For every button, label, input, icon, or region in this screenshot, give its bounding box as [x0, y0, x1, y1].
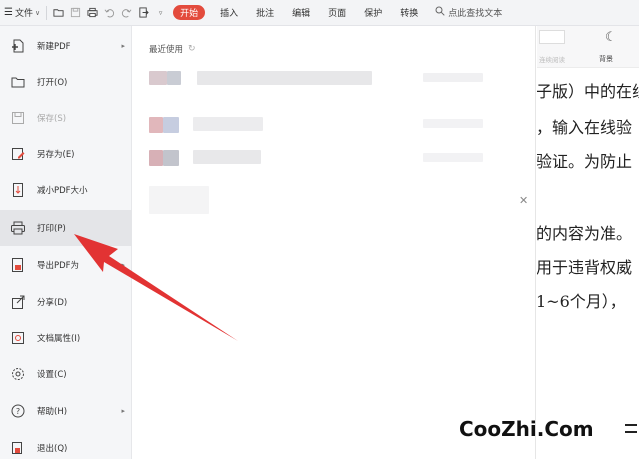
menu-item-label: 文档属性(I)	[37, 334, 81, 344]
folder-icon	[10, 74, 26, 90]
save-icon	[10, 110, 26, 126]
tab-edit[interactable]: 编辑	[283, 0, 319, 25]
export-pdf-icon[interactable]	[138, 7, 149, 18]
svg-text:?: ?	[16, 407, 20, 416]
hamburger-icon: ☰	[4, 7, 13, 18]
tab-start[interactable]: 开始	[173, 5, 206, 20]
recent-title-label: 最近使用	[149, 45, 184, 55]
moon-icon[interactable]: ☾	[605, 30, 617, 45]
document-view: 连续阅读 ☾ 背景 子版）中的在线 ，输入在线验 验证。为防止 的内容为准。 用…	[537, 26, 639, 459]
exit-icon	[10, 440, 26, 456]
open-icon[interactable]	[53, 7, 64, 18]
menu-item-print[interactable]: 打印(P)	[0, 210, 132, 246]
menu-item-label: 打开(O)	[37, 78, 68, 88]
document-text-line: 的内容为准。	[537, 224, 633, 243]
chevron-right-icon: ▸	[121, 42, 125, 50]
recent-files-panel: 最近使用 ↻ ✕	[133, 26, 536, 459]
compress-icon	[10, 182, 26, 198]
menu-item-save[interactable]: 保存(S)	[0, 100, 132, 136]
save-icon[interactable]	[70, 7, 81, 18]
menu-item-properties[interactable]: 文档属性(I)	[0, 320, 132, 356]
menu-item-label: 帮助(H)	[37, 407, 68, 417]
search-placeholder: 点此查找文本	[448, 9, 503, 19]
chevron-down-icon: ∨	[34, 8, 41, 17]
tab-comment[interactable]: 批注	[247, 0, 283, 25]
new-pdf-icon	[10, 38, 26, 54]
menu-item-settings[interactable]: 设置(C)	[0, 356, 132, 392]
menu-item-label: 退出(Q)	[37, 444, 68, 454]
printer-icon	[10, 220, 26, 236]
menu-item-label: 分享(D)	[37, 298, 68, 308]
tab-insert[interactable]: 插入	[211, 0, 247, 25]
search-box[interactable]: 点此查找文本	[427, 6, 502, 19]
document-text-line: ，输入在线验	[537, 118, 633, 137]
menu-item-exit[interactable]: 退出(Q)	[0, 430, 132, 459]
help-icon: ?	[10, 403, 26, 419]
chevron-right-icon: ▸	[121, 407, 125, 415]
menu-item-save-as[interactable]: 另存为(E)	[0, 136, 132, 172]
document-text-line: 用于违背权威	[537, 258, 633, 277]
search-icon	[435, 6, 445, 19]
menu-item-new-pdf[interactable]: 新建PDF ▸	[0, 28, 132, 64]
background-label[interactable]: 背景	[599, 54, 613, 64]
save-as-icon	[10, 146, 26, 162]
menu-item-share[interactable]: 分享(D)	[0, 284, 132, 320]
menu-item-label: 另存为(E)	[37, 150, 75, 160]
document-text-line: 子版）中的在线	[537, 82, 639, 101]
menu-item-open[interactable]: 打开(O)	[0, 64, 132, 100]
print-icon[interactable]	[87, 7, 98, 18]
document-toolbar: 连续阅读 ☾ 背景	[537, 26, 639, 68]
export-icon	[10, 257, 26, 273]
refresh-icon[interactable]: ↻	[188, 44, 196, 54]
document-text-line: 1~6个月），	[537, 292, 626, 311]
menu-item-label: 保存(S)	[37, 114, 67, 124]
menu-item-label: 导出PDF为	[37, 261, 80, 271]
file-menu-panel: 新建PDF ▸ 打开(O) 保存(S) 另存为(E) 减小PDF大小 打印(P)…	[0, 26, 132, 459]
menu-item-label: 减小PDF大小	[37, 186, 88, 196]
gear-icon	[10, 366, 26, 382]
tab-page[interactable]: 页面	[319, 0, 355, 25]
equals-icon	[625, 424, 637, 433]
menu-item-export-pdf[interactable]: 导出PDF为 ▸	[0, 247, 132, 283]
document-properties-icon	[10, 330, 26, 346]
continuous-read-label[interactable]: 连续阅读	[539, 54, 565, 64]
menu-item-compress[interactable]: 减小PDF大小	[0, 172, 132, 208]
menu-item-label: 设置(C)	[37, 370, 67, 380]
document-text-line: 验证。为防止	[537, 152, 633, 171]
page-input[interactable]	[539, 30, 565, 44]
recent-title: 最近使用 ↻	[149, 43, 196, 55]
divider	[46, 5, 48, 20]
tab-convert[interactable]: 转换	[391, 0, 427, 25]
menu-item-help[interactable]: ? 帮助(H) ▸	[0, 393, 132, 429]
menu-item-label: 新建PDF	[37, 42, 71, 52]
undo-icon[interactable]	[104, 7, 115, 18]
file-menu-button[interactable]: ☰ 文件 ∨	[0, 0, 43, 25]
share-icon	[10, 294, 26, 310]
file-menu-label: 文件	[14, 9, 33, 19]
chevron-right-icon: ▸	[121, 261, 125, 269]
chevron-down-icon[interactable]: ▿	[155, 7, 166, 18]
watermark: CooZhi.Com	[459, 417, 594, 441]
menu-item-label: 打印(P)	[37, 224, 66, 234]
top-toolbar: ☰ 文件 ∨ ▿ 开始 插入 批注 编辑 页面 保护 转换 点此查找文本	[0, 0, 639, 26]
redo-icon[interactable]	[121, 7, 132, 18]
tab-protect[interactable]: 保护	[355, 0, 391, 25]
close-icon[interactable]: ✕	[519, 194, 528, 207]
